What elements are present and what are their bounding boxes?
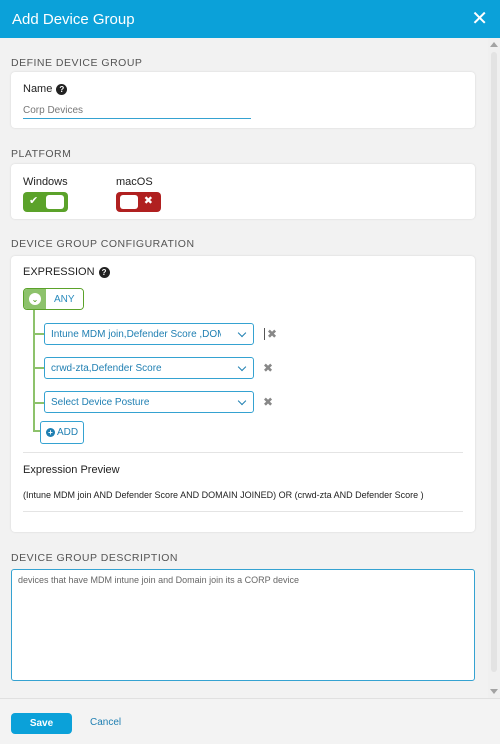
name-label-row: Name ?	[23, 83, 68, 95]
plus-icon: +	[46, 428, 55, 437]
config-card: EXPRESSION ? ⌄ ANY Intune MDM join,Defen…	[11, 256, 475, 532]
platform-macos: macOS ✖	[116, 176, 161, 212]
dialog-title: Add Device Group	[12, 10, 135, 28]
condition-select-3[interactable]: Select Device Posture	[44, 391, 254, 413]
macos-label: macOS	[116, 176, 153, 188]
operator-dropdown[interactable]: ⌄ ANY	[23, 288, 84, 310]
text-cursor	[264, 328, 265, 340]
platform-card: Windows ✔ macOS ✖	[11, 164, 475, 219]
condition-select-2[interactable]: crwd-zta,Defender Score	[44, 357, 254, 379]
section-label-config: DEVICE GROUP CONFIGURATION	[11, 238, 195, 250]
divider	[23, 511, 463, 512]
remove-condition-icon[interactable]: ✖	[263, 395, 273, 409]
chevron-down-icon: ⌄	[24, 289, 46, 309]
scrollbar[interactable]	[488, 38, 500, 698]
toggle-knob	[46, 195, 64, 209]
expression-preview-label: Expression Preview	[23, 464, 120, 476]
section-label-platform: PLATFORM	[11, 148, 72, 160]
description-textarea[interactable]: devices that have MDM intune join and Do…	[11, 569, 475, 681]
condition-text: Intune MDM join,Defender Score ,DOMAIN J…	[51, 328, 221, 340]
close-icon[interactable]: ✕	[471, 9, 488, 29]
chevron-down-icon	[237, 396, 247, 405]
cancel-button[interactable]: Cancel	[90, 717, 121, 728]
platform-windows: Windows ✔	[23, 176, 68, 212]
expression-label-row: EXPRESSION ?	[23, 266, 110, 278]
x-icon: ✖	[143, 195, 153, 207]
toggle-knob	[120, 195, 138, 209]
remove-condition-icon[interactable]: ✖	[263, 361, 273, 375]
expression-label: EXPRESSION	[23, 266, 95, 278]
add-condition-button[interactable]: + ADD	[40, 421, 85, 444]
name-label: Name	[23, 83, 53, 95]
windows-label: Windows	[23, 176, 68, 188]
scrollbar-thumb[interactable]	[491, 52, 497, 672]
help-icon[interactable]: ?	[56, 83, 68, 95]
save-button[interactable]: Save	[11, 713, 72, 734]
divider	[23, 452, 463, 453]
operator-label: ANY	[46, 289, 83, 309]
help-icon[interactable]: ?	[98, 266, 110, 278]
section-label-define: DEFINE DEVICE GROUP	[11, 57, 143, 69]
condition-text: crwd-zta,Defender Score	[51, 362, 162, 374]
define-card: Name ?	[11, 72, 475, 128]
dialog-header: Add Device Group ✕	[0, 0, 500, 38]
chevron-down-icon	[237, 362, 247, 371]
check-icon: ✔	[29, 195, 39, 207]
expression-preview-text: (Intune MDM join AND Defender Score AND …	[23, 490, 424, 500]
scroll-up-icon[interactable]	[490, 42, 498, 47]
dialog-body[interactable]: DEFINE DEVICE GROUP Name ? PLATFORM Wind…	[0, 38, 488, 698]
remove-condition-icon[interactable]: ✖	[267, 327, 277, 341]
section-label-description: DEVICE GROUP DESCRIPTION	[11, 552, 178, 564]
macos-toggle[interactable]: ✖	[116, 192, 161, 212]
name-input[interactable]	[23, 102, 251, 119]
scroll-down-icon[interactable]	[490, 689, 498, 694]
add-label: ADD	[57, 427, 79, 438]
tree-connector	[33, 310, 35, 432]
chevron-down-icon	[237, 328, 247, 337]
condition-select-1[interactable]: Intune MDM join,Defender Score ,DOMAIN J…	[44, 323, 254, 345]
condition-text: Select Device Posture	[51, 396, 150, 408]
windows-toggle[interactable]: ✔	[23, 192, 68, 212]
dialog-footer: Save Cancel	[0, 698, 500, 744]
